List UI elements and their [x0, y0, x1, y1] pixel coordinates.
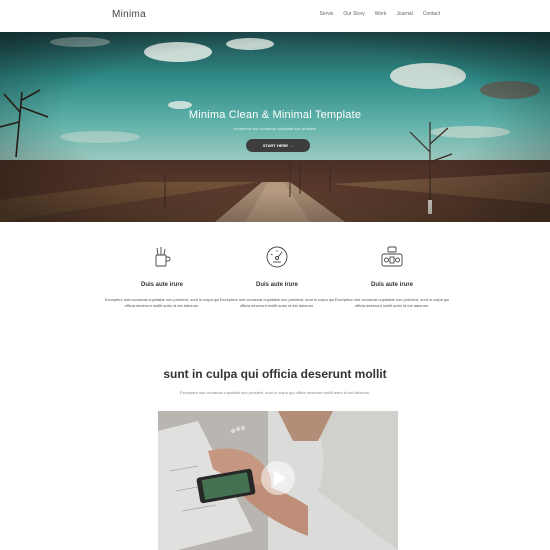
features-section: Duis aute irure Excepteur sint occaecat …	[0, 245, 550, 335]
main-nav: Servis Our Story Work Journal Contact	[319, 11, 440, 17]
section-title: sunt in culpa qui officia deserunt molli…	[163, 367, 387, 381]
machine-icon	[381, 246, 403, 267]
video-player[interactable]	[158, 411, 398, 550]
site-header: Minima Servis Our Story Work Journal Con…	[0, 0, 550, 32]
feature-card: Duis aute irure Excepteur sint occaecat …	[212, 245, 342, 309]
feature-card: Duis aute irure Excepteur sint occaecat …	[97, 245, 227, 309]
site-logo[interactable]: Minima	[112, 9, 146, 20]
nav-item-our-story[interactable]: Our Story	[343, 11, 364, 17]
feature-title: Duis aute irure	[370, 282, 413, 288]
nav-item-work[interactable]: Work	[375, 11, 387, 17]
hero-title: Minima Clean & Minimal Template	[188, 109, 362, 121]
pencil-cup-icon	[155, 247, 171, 267]
gauge-icon	[266, 246, 288, 268]
feature-text: Excepteur sint occaecat cupidatat non pr…	[334, 297, 450, 308]
feature-text: Excepteur sint occaecat cupidatat non pr…	[104, 297, 220, 308]
feature-card: Duis aute irure Excepteur sint occaecat …	[327, 245, 457, 309]
feature-title: Duis aute irure	[255, 282, 298, 288]
feature-title: Duis aute irure	[140, 282, 183, 288]
nav-item-servis[interactable]: Servis	[319, 11, 333, 17]
section-subtitle: Excepteur sint occaecat cupidatat non pr…	[179, 390, 371, 395]
play-icon[interactable]	[261, 461, 295, 495]
nav-item-journal[interactable]: Journal	[396, 11, 412, 17]
nav-item-contact[interactable]: Contact	[423, 11, 440, 17]
hero-subtitle: excepteur sint occaecat cupidatat non pr…	[233, 126, 317, 131]
start-here-button[interactable]: START HERE →	[246, 139, 310, 152]
hero-banner: Minima Clean & Minimal Template excepteu…	[0, 32, 550, 222]
feature-text: Excepteur sint occaecat cupidatat non pr…	[219, 297, 335, 308]
